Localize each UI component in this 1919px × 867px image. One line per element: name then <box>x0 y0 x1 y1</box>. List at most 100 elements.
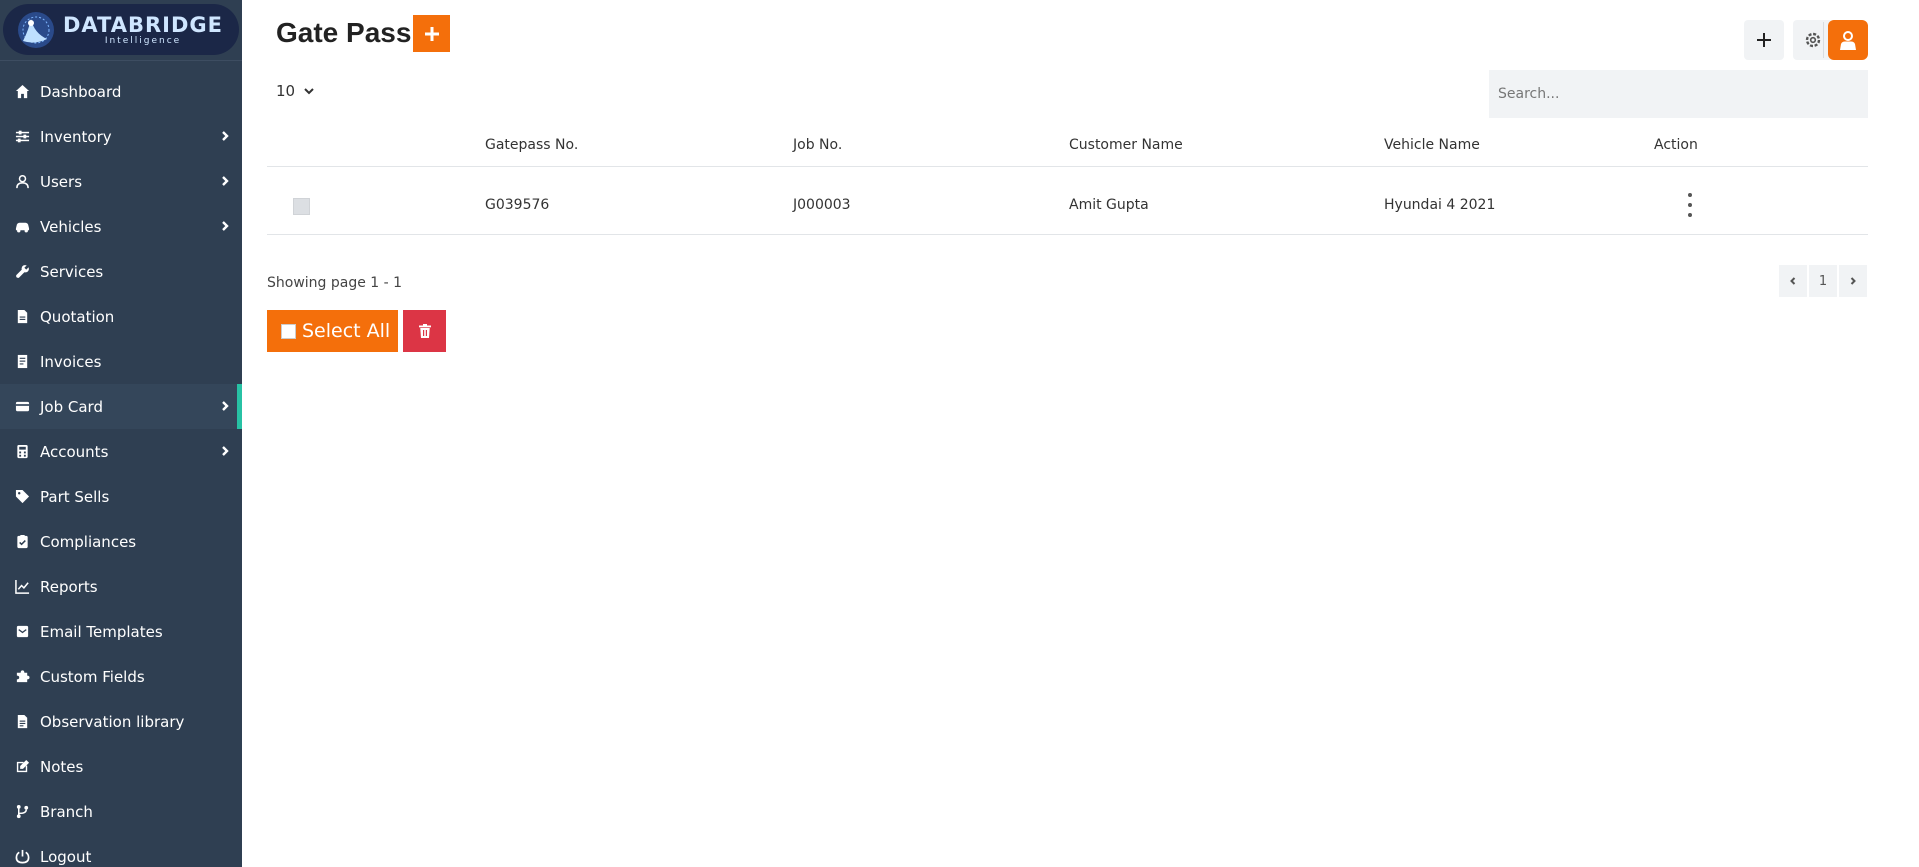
power-icon <box>14 849 30 865</box>
sidebar-item-compliances[interactable]: Compliances <box>0 519 242 564</box>
sidebar-item-dashboard[interactable]: Dashboard <box>0 69 242 114</box>
file-alt-icon <box>14 714 30 730</box>
sidebar-item-label: Users <box>40 172 83 191</box>
page-title: Gate Pass <box>276 17 412 48</box>
quick-add-button[interactable] <box>1744 20 1784 60</box>
home-icon <box>14 84 30 100</box>
column-header-vehicle-name[interactable]: Vehicle Name <box>1384 137 1480 153</box>
chevron-right-icon <box>218 219 232 233</box>
sidebar-item-label: Part Sells <box>40 487 110 506</box>
cell-vehicle-name: Hyundai 4 2021 <box>1384 197 1496 213</box>
tag-icon <box>14 489 30 505</box>
chevron-right-icon <box>218 444 232 458</box>
column-header-action: Action <box>1654 137 1698 153</box>
prev-page-button[interactable] <box>1779 265 1807 297</box>
receipt-icon <box>14 354 30 370</box>
sidebar-item-label: Branch <box>40 802 93 821</box>
sidebar-divider <box>0 60 242 61</box>
plus-icon <box>424 26 439 41</box>
sidebar-item-notes[interactable]: Notes <box>0 744 242 789</box>
sidebar-item-inventory[interactable]: Inventory <box>0 114 242 159</box>
car-icon <box>14 219 30 235</box>
brand-title: DATABRIDGE <box>63 12 224 37</box>
sidebar-item-label: Observation library <box>40 712 185 731</box>
sidebar-item-part-sells[interactable]: Part Sells <box>0 474 242 519</box>
sidebar-item-label: Vehicles <box>40 217 102 236</box>
edit-icon <box>14 759 30 775</box>
table-row: G039576 J000003 Amit Gupta Hyundai 4 202… <box>267 167 1868 235</box>
column-header-job-no[interactable]: Job No. <box>793 137 842 153</box>
sidebar-item-label: Logout <box>40 847 92 866</box>
page-number-button[interactable]: 1 <box>1809 265 1837 297</box>
sidebar-item-label: Compliances <box>40 532 137 551</box>
sidebar-item-email-templates[interactable]: Email Templates <box>0 609 242 654</box>
pagination: 1 <box>1779 265 1869 297</box>
chevron-right-icon <box>218 174 232 188</box>
avatar-icon <box>1840 31 1856 50</box>
mail-bulk-icon <box>14 624 30 640</box>
brand-logo[interactable]: DATABRIDGE Intelligence <box>3 4 239 55</box>
chevron-left-icon <box>1790 277 1796 285</box>
sidebar-item-label: Custom Fields <box>40 667 145 686</box>
brand-subtitle: Intelligence <box>104 35 182 46</box>
sidebar-item-vehicles[interactable]: Vehicles <box>0 204 242 249</box>
chart-line-icon <box>14 579 30 595</box>
sidebar-item-users[interactable]: Users <box>0 159 242 204</box>
chevron-down-icon <box>304 88 314 95</box>
select-all-label: Select All <box>302 320 391 342</box>
cell-customer-name: Amit Gupta <box>1069 197 1149 213</box>
sidebar-item-invoices[interactable]: Invoices <box>0 339 242 384</box>
search-input[interactable] <box>1489 70 1868 118</box>
settings-button[interactable] <box>1793 20 1833 60</box>
plus-icon <box>1757 33 1771 47</box>
main-content: Gate Pass 10 Gatepass No. Job No. Custom… <box>242 0 1919 867</box>
add-gate-pass-button[interactable] <box>413 15 450 52</box>
sidebar-item-label: Job Card <box>40 397 103 416</box>
sidebar-item-job-card[interactable]: Job Card <box>0 384 242 429</box>
code-branch-icon <box>14 804 30 820</box>
sidebar: DATABRIDGE Intelligence Dashboard Invent… <box>0 0 242 867</box>
logo-mark-icon <box>17 11 55 49</box>
sidebar-item-label: Reports <box>40 577 98 596</box>
sidebar-item-reports[interactable]: Reports <box>0 564 242 609</box>
row-actions-kebab-icon[interactable] <box>1680 193 1700 217</box>
sidebar-item-label: Accounts <box>40 442 109 461</box>
sliders-icon <box>14 129 30 145</box>
card-icon <box>14 399 30 415</box>
sidebar-item-label: Invoices <box>40 352 102 371</box>
next-page-button[interactable] <box>1839 265 1867 297</box>
sidebar-item-label: Notes <box>40 757 84 776</box>
page-size-value: 10 <box>276 82 296 100</box>
delete-selected-button[interactable] <box>403 310 446 352</box>
sidebar-item-label: Inventory <box>40 127 112 146</box>
column-header-gatepass-no[interactable]: Gatepass No. <box>485 137 578 153</box>
sidebar-item-observation-library[interactable]: Observation library <box>0 699 242 744</box>
pagination-info: Showing page 1 - 1 <box>267 275 403 291</box>
calculator-icon <box>14 444 30 460</box>
sidebar-item-logout[interactable]: Logout <box>0 834 242 867</box>
row-checkbox[interactable] <box>293 198 310 215</box>
sidebar-item-label: Dashboard <box>40 82 122 101</box>
sidebar-item-branch[interactable]: Branch <box>0 789 242 834</box>
gear-icon <box>1805 32 1821 48</box>
page-size-select[interactable]: 10 <box>276 82 315 100</box>
puzzle-icon <box>14 669 30 685</box>
gate-pass-table: Gatepass No. Job No. Customer Name Vehic… <box>267 131 1868 235</box>
cell-gatepass-no: G039576 <box>485 197 550 213</box>
chevron-right-icon <box>218 399 232 413</box>
column-header-customer-name[interactable]: Customer Name <box>1069 137 1183 153</box>
sidebar-item-quotation[interactable]: Quotation <box>0 294 242 339</box>
select-all-checkbox[interactable] <box>281 323 296 339</box>
sidebar-nav: Dashboard Inventory Users Vehicles Servi… <box>0 69 242 867</box>
select-all-button[interactable]: Select All <box>267 310 398 352</box>
sidebar-item-label: Email Templates <box>40 622 163 641</box>
sidebar-item-services[interactable]: Services <box>0 249 242 294</box>
sidebar-item-accounts[interactable]: Accounts <box>0 429 242 474</box>
wrench-icon <box>14 264 30 280</box>
file-invoice-icon <box>14 309 30 325</box>
user-avatar-button[interactable] <box>1828 20 1868 60</box>
sidebar-item-custom-fields[interactable]: Custom Fields <box>0 654 242 699</box>
trash-icon <box>418 324 431 338</box>
user-icon <box>14 174 30 190</box>
clipboard-check-icon <box>14 534 30 550</box>
